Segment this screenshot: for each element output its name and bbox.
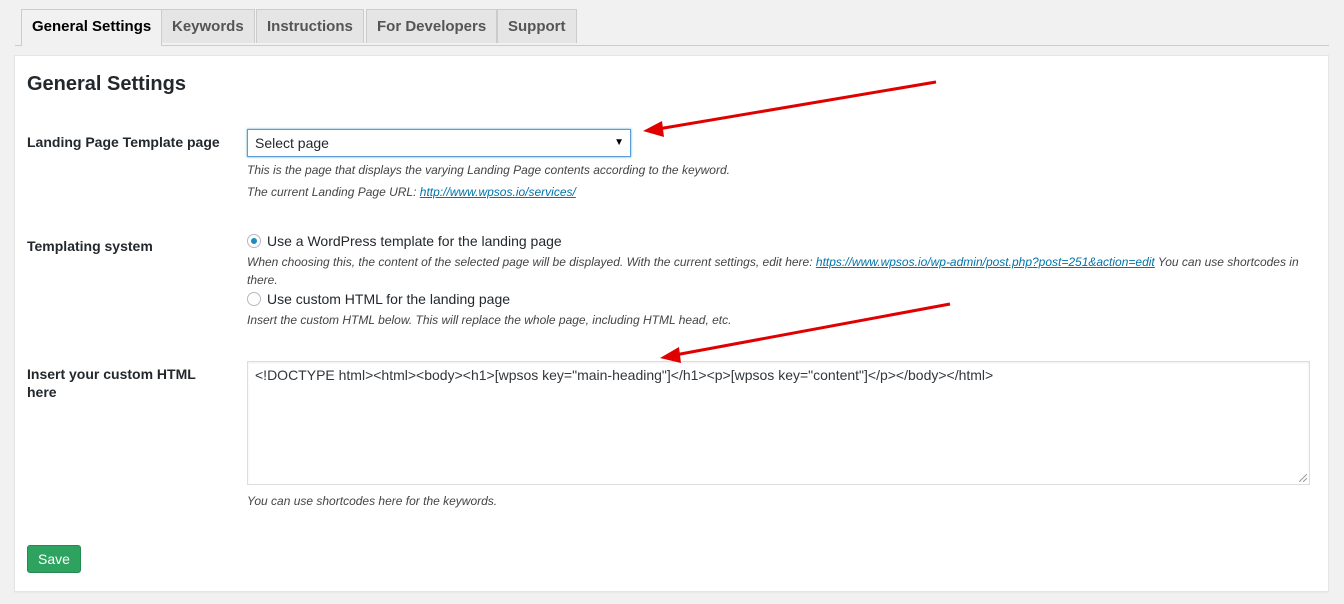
custom-html-option-description: Insert the custom HTML below. This will … — [247, 313, 732, 327]
page-title: General Settings — [27, 73, 186, 95]
landing-page-url-link[interactable]: http://www.wpsos.io/services/ — [420, 185, 576, 199]
radio-button-unchecked[interactable] — [247, 292, 261, 306]
tab-support[interactable]: Support — [497, 9, 577, 43]
dropdown-caret-icon: ▼ — [614, 137, 624, 148]
radio-label-custom-html: Use custom HTML for the landing page — [267, 291, 511, 307]
landing-page-url-description: The current Landing Page URL: http://www… — [247, 183, 576, 201]
tab-for-developers[interactable]: For Developers — [366, 9, 498, 43]
wordpress-template-desc-prefix: When choosing this, the content of the s… — [247, 255, 816, 269]
landing-page-label: Landing Page Template page — [27, 134, 220, 150]
landing-page-select[interactable]: Select page ▼ — [247, 129, 631, 157]
radio-label-wordpress-template: Use a WordPress template for the landing… — [267, 233, 562, 249]
custom-html-description: You can use shortcodes here for the keyw… — [247, 494, 498, 508]
settings-tabs: General Settings Keywords Instructions F… — [15, 9, 1329, 46]
edit-post-link[interactable]: https://www.wpsos.io/wp-admin/post.php?p… — [816, 255, 1155, 269]
radio-button-checked[interactable] — [247, 234, 261, 248]
save-button[interactable]: Save — [27, 545, 81, 573]
custom-html-textarea[interactable]: <!DOCTYPE html><html><body><h1>[wpsos ke… — [247, 361, 1310, 485]
custom-html-label-line1: Insert your custom HTML — [27, 366, 196, 382]
custom-html-label: Insert your custom HTML here — [27, 365, 196, 401]
wordpress-template-desc-line2: there. — [247, 273, 278, 287]
landing-page-select-value: Select page — [255, 135, 329, 151]
custom-html-textarea-value: <!DOCTYPE html><html><body><h1>[wpsos ke… — [255, 367, 994, 383]
landing-page-url-prefix: The current Landing Page URL: — [247, 185, 420, 199]
landing-page-description: This is the page that displays the varyi… — [247, 163, 730, 177]
settings-panel: General Settings Landing Page Template p… — [14, 55, 1329, 592]
tab-keywords[interactable]: Keywords — [161, 9, 255, 43]
tab-instructions[interactable]: Instructions — [256, 9, 364, 43]
radio-option-custom-html[interactable]: Use custom HTML for the landing page — [247, 291, 510, 307]
wordpress-template-desc-suffix: You can use shortcodes in — [1154, 255, 1299, 269]
custom-html-label-line2: here — [27, 384, 57, 400]
wordpress-template-description: When choosing this, the content of the s… — [247, 253, 1317, 289]
radio-option-wordpress-template[interactable]: Use a WordPress template for the landing… — [247, 233, 562, 249]
tab-general-settings[interactable]: General Settings — [21, 9, 163, 46]
resize-grip-icon[interactable] — [1299, 474, 1307, 482]
templating-system-label: Templating system — [27, 238, 153, 254]
